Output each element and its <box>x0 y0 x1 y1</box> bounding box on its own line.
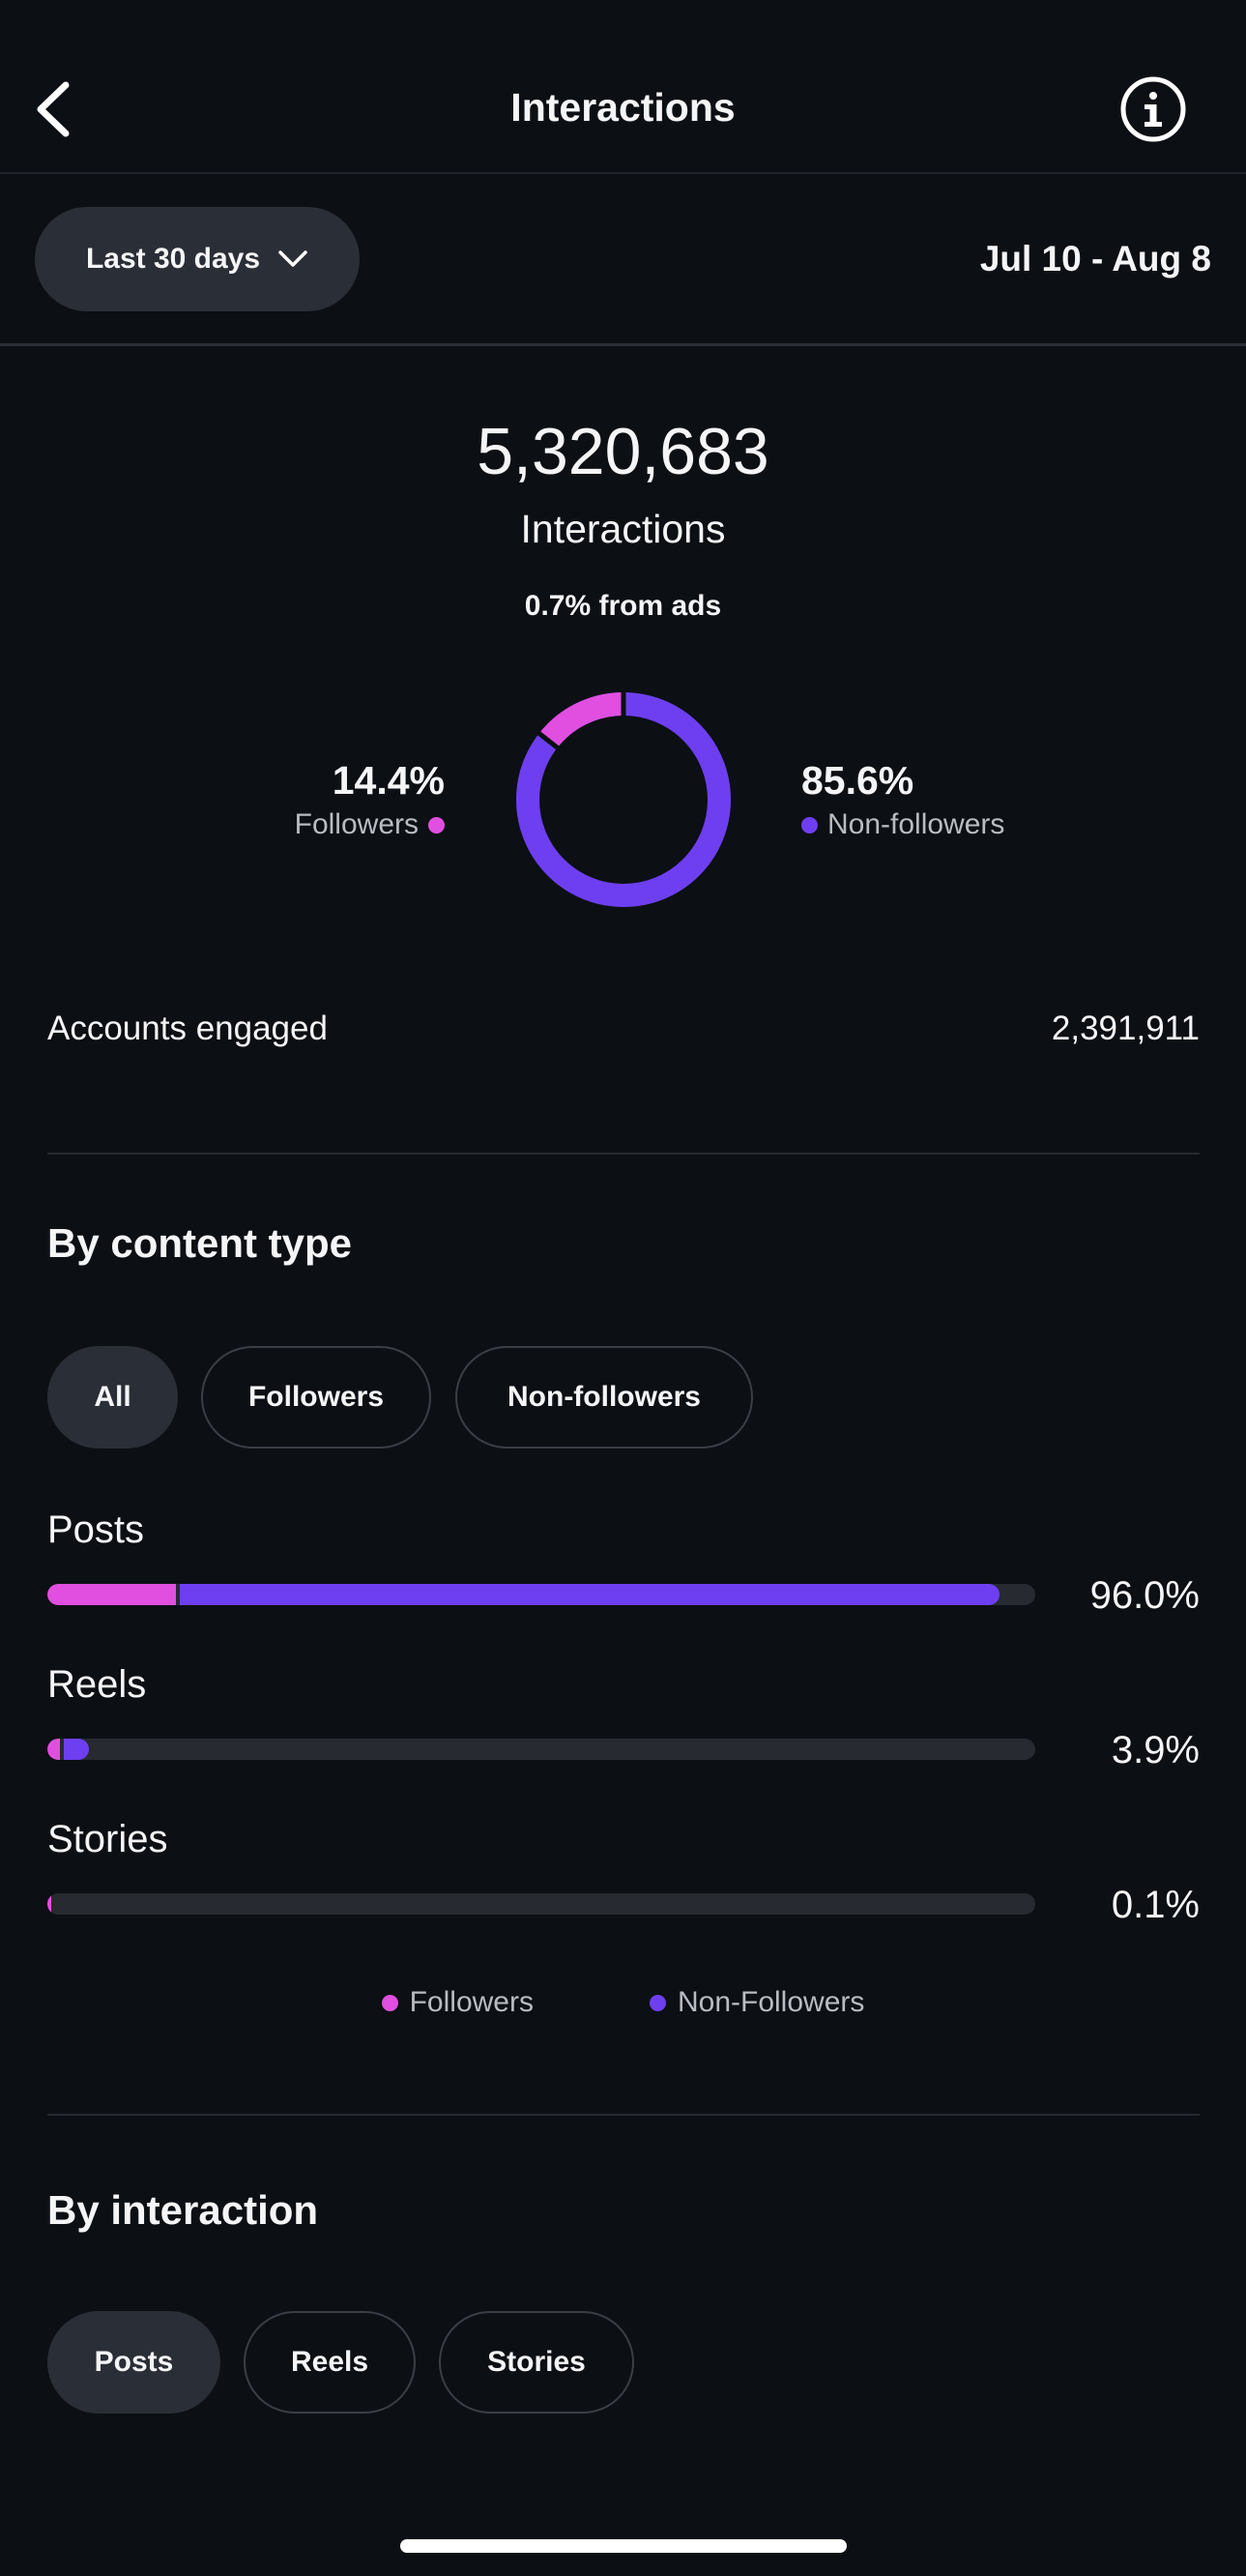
section-divider <box>47 1153 1200 1155</box>
followers-legend-label: Followers <box>294 808 419 840</box>
bar-segment-followers <box>47 1893 51 1915</box>
posts-row-value: 96.0% <box>1089 1574 1200 1617</box>
filter-divider <box>0 343 1246 346</box>
legend-non-followers-label: Non-Followers <box>677 1986 865 2018</box>
non-followers-dot-icon <box>649 1994 666 2011</box>
legend-followers-label: Followers <box>409 1986 534 2018</box>
header-divider <box>0 172 1246 174</box>
stories-row-label: Stories <box>47 1818 168 1860</box>
date-range-dropdown[interactable]: Last 30 days <box>35 207 360 311</box>
tab-reels-label: Reels <box>290 2346 369 2378</box>
filter-pill-followers-label: Followers <box>247 1381 385 1413</box>
reels-bar <box>47 1739 1035 1760</box>
date-range-text: Jul 10 - Aug 8 <box>979 239 1211 278</box>
tab-stories[interactable]: Stories <box>439 2311 634 2414</box>
tab-stories-label: Stories <box>487 2346 586 2378</box>
legend-non-followers: Non-Followers <box>649 1986 865 2019</box>
filter-pill-non-followers[interactable]: Non-followers <box>455 1346 753 1449</box>
posts-row-label: Posts <box>47 1508 145 1551</box>
reels-row-value: 3.9% <box>1111 1729 1200 1771</box>
tab-posts-label: Posts <box>94 2346 174 2378</box>
accounts-engaged-label: Accounts engaged <box>47 1010 328 1047</box>
filter-pill-all[interactable]: All <box>47 1346 178 1449</box>
bar-segment-non-followers <box>64 1739 89 1760</box>
content-type-legend: Followers Non-Followers <box>0 1986 1246 2019</box>
filter-pill-non-followers-label: Non-followers <box>507 1381 701 1413</box>
date-range-dropdown-label: Last 30 days <box>85 243 261 275</box>
total-interactions-label: Interactions <box>520 507 726 551</box>
chevron-down-icon <box>278 250 307 267</box>
stories-bar <box>47 1893 1035 1915</box>
section-divider <box>47 2114 1200 2116</box>
followers-dot-icon <box>381 1994 398 2011</box>
stories-row-value: 0.1% <box>1111 1884 1200 1926</box>
by-interaction-title: By interaction <box>47 2187 319 2233</box>
non-followers-percent: 85.6% <box>801 758 914 803</box>
bar-segment-followers <box>47 1739 61 1760</box>
content-type-title: By content type <box>47 1220 353 1266</box>
bar-segment-followers <box>47 1584 176 1605</box>
info-button[interactable] <box>1119 75 1187 143</box>
page-title: Interactions <box>510 85 736 130</box>
filter-pill-all-label: All <box>94 1381 131 1413</box>
tab-reels[interactable]: Reels <box>244 2311 416 2414</box>
posts-bar <box>47 1584 1035 1605</box>
non-followers-dot-icon <box>801 816 818 834</box>
filter-pill-followers[interactable]: Followers <box>201 1346 431 1449</box>
home-indicator[interactable] <box>400 2539 847 2553</box>
reels-row-label: Reels <box>47 1663 147 1706</box>
bar-segment-non-followers <box>179 1584 1000 1605</box>
ads-note: 0.7% from ads <box>524 590 722 622</box>
tab-posts[interactable]: Posts <box>47 2311 220 2414</box>
followers-dot-icon <box>428 816 445 834</box>
followers-legend: Followers <box>295 808 445 841</box>
non-followers-legend-label: Non-followers <box>827 808 1005 840</box>
total-interactions: 5,320,683 <box>477 415 769 488</box>
info-icon <box>1120 76 1186 142</box>
legend-followers: Followers <box>381 1986 534 2019</box>
accounts-engaged-value: 2,391,911 <box>1051 1010 1200 1047</box>
followers-percent: 14.4% <box>332 758 445 803</box>
followers-donut-chart <box>516 691 731 907</box>
non-followers-legend: Non-followers <box>801 808 1004 841</box>
